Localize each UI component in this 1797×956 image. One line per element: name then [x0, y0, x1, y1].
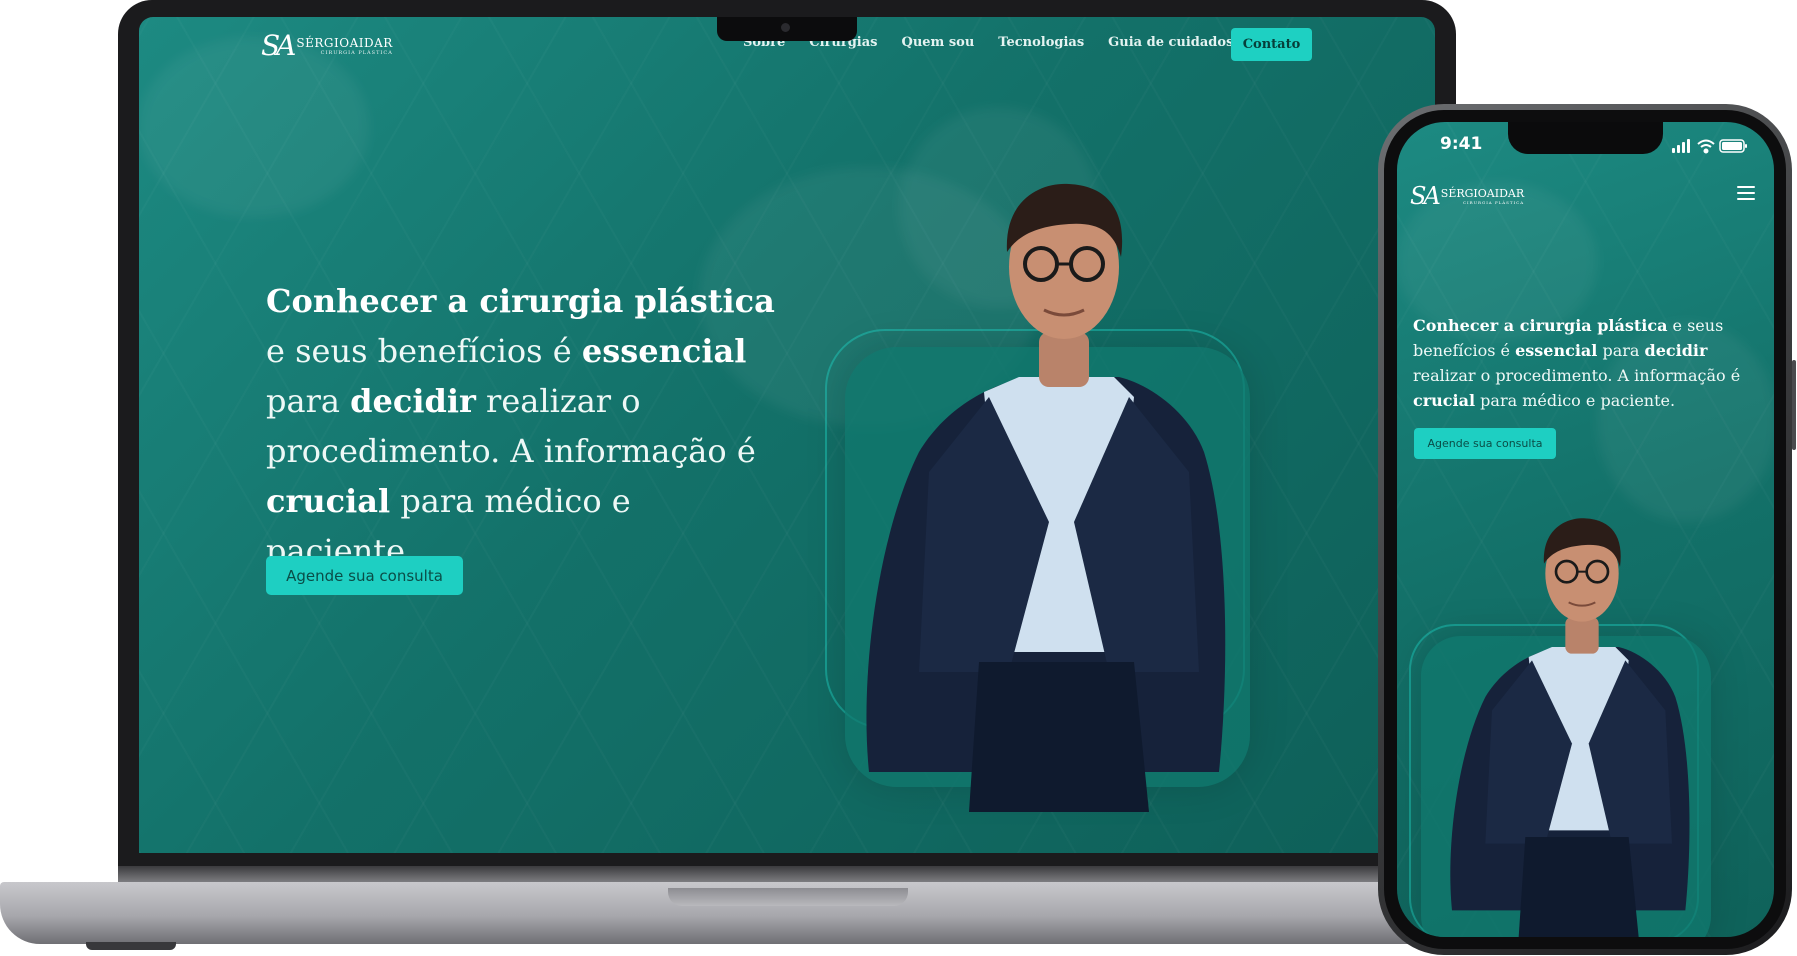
nav-guia-de-cuidados[interactable]: Guia de cuidados: [1108, 35, 1233, 50]
laptop-screen: SA SÉRGIOAIDAR CIRURGIA PLÁSTICA Sobre C…: [139, 17, 1435, 853]
headline-segment: para: [1597, 341, 1645, 360]
schedule-consultation-button[interactable]: Agende sua consulta: [266, 556, 463, 595]
logo-name: SÉRGIOAIDAR: [296, 35, 393, 50]
headline-segment: realizar o procedimento. A informação é: [1413, 366, 1741, 385]
headline-segment: para: [266, 382, 351, 420]
phone-schedule-consultation-button[interactable]: Agende sua consulta: [1414, 428, 1556, 459]
phone-doctor-portrait: [1450, 518, 1690, 937]
nav-quem-sou[interactable]: Quem sou: [902, 35, 975, 50]
laptop-camera-notch: [717, 17, 857, 41]
phone-logo-monogram: SA: [1410, 182, 1441, 210]
hero-headline: Conhecer a cirurgia plástica e seus bene…: [266, 276, 786, 576]
laptop-foot: [86, 942, 176, 950]
site-logo[interactable]: SA SÉRGIOAIDAR CIRURGIA PLÁSTICA: [261, 29, 393, 62]
headline-segment: decidir: [1644, 341, 1708, 360]
phone-logo-subtitle: CIRURGIA PLÁSTICA: [1462, 200, 1525, 205]
headline-segment: essencial: [581, 332, 747, 370]
phone-side-button: [1792, 360, 1796, 450]
headline-segment: decidir: [350, 382, 476, 420]
phone-dynamic-island: [1508, 122, 1663, 154]
headline-segment: para médico e paciente.: [1475, 391, 1676, 410]
phone-site-logo[interactable]: SA SÉRGIOAIDAR CIRURGIA PLÁSTICA: [1410, 182, 1524, 210]
headline-segment: Conhecer a cirurgia plástica: [1413, 316, 1668, 335]
status-bar-icons: [1672, 139, 1747, 154]
logo-monogram: SA: [261, 29, 296, 62]
logo-subtitle: CIRURGIA PLÁSTICA: [320, 49, 393, 56]
nav-tecnologias[interactable]: Tecnologias: [998, 35, 1084, 50]
contact-button[interactable]: Contato: [1231, 28, 1312, 61]
headline-segment: essencial: [1515, 341, 1598, 360]
camera-icon: [781, 23, 790, 32]
signal-icon: [1672, 139, 1690, 153]
battery-icon: [1719, 139, 1747, 153]
wifi-icon: [1697, 139, 1715, 154]
hamburger-menu-icon[interactable]: [1737, 186, 1755, 204]
phone-screen: [1397, 122, 1774, 937]
status-bar-time: 9:41: [1440, 134, 1483, 154]
headline-segment: crucial: [266, 482, 391, 520]
headline-segment: Conhecer a cirurgia plástica: [266, 282, 775, 320]
laptop-opening-notch: [668, 888, 908, 906]
phone-hero-headline: Conhecer a cirurgia plástica e seus bene…: [1413, 313, 1759, 413]
phone-logo-name: SÉRGIOAIDAR: [1440, 187, 1525, 200]
headline-segment: e seus benefícios é: [266, 332, 582, 370]
doctor-portrait: [866, 183, 1226, 812]
headline-segment: crucial: [1413, 391, 1476, 410]
